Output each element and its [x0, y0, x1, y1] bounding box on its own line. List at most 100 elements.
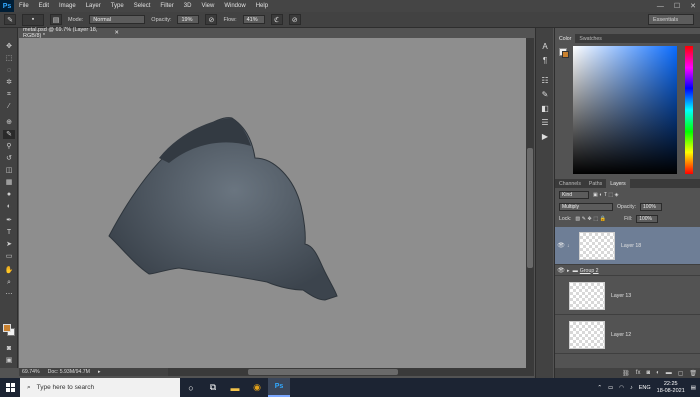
fill-field[interactable]: 100% — [636, 215, 659, 223]
brush-preset-picker[interactable]: ▪ — [22, 13, 44, 26]
taskbar-search-box[interactable]: ⌕ Type here to search — [20, 378, 180, 397]
horizontal-scroll-thumb[interactable] — [248, 369, 398, 375]
more-tools-icon[interactable]: ⋯ — [3, 290, 15, 299]
task-view-icon[interactable]: ⧉ — [202, 378, 224, 397]
actions-panel-icon[interactable]: ▶ — [539, 132, 551, 142]
dodge-tool-icon[interactable]: ◐ — [3, 202, 15, 211]
menu-image[interactable]: Image — [54, 3, 81, 9]
color-picker-field[interactable] — [573, 46, 677, 174]
menu-layer[interactable]: Layer — [81, 3, 106, 9]
path-selection-tool-icon[interactable]: ➤ — [3, 240, 15, 249]
history-brush-tool-icon[interactable]: ↺ — [3, 154, 15, 163]
brush-tool-icon-active[interactable]: ✎ — [3, 130, 15, 139]
layer-row-12[interactable]: Layer 12 — [555, 316, 700, 354]
volume-icon[interactable]: ♪ — [630, 385, 633, 391]
tray-up-arrow-icon[interactable]: ⌃ — [597, 385, 602, 391]
quick-mask-icon[interactable]: ◙ — [3, 344, 15, 353]
windows-start-button[interactable] — [0, 378, 20, 397]
clone-stamp-tool-icon[interactable]: ⚲ — [3, 142, 15, 151]
menu-file[interactable]: File — [14, 3, 34, 9]
photoshop-taskbar-icon[interactable]: Ps — [268, 378, 290, 397]
layer-name[interactable]: Layer 13 — [611, 293, 631, 299]
adjustments-panel-icon[interactable]: ◧ — [539, 104, 551, 114]
zoom-level[interactable]: 69.74% — [22, 369, 40, 375]
zoom-tool-icon[interactable]: ⌕ — [3, 278, 15, 287]
vertical-scroll-thumb[interactable] — [527, 148, 533, 268]
healing-brush-tool-icon[interactable]: ⊕ — [3, 118, 15, 127]
filter-icons[interactable]: ▣ ◐ T ⬚ ◈ — [593, 192, 619, 198]
crop-tool-icon[interactable]: ⌗ — [3, 90, 15, 99]
maximize-button[interactable]: ☐ — [674, 2, 680, 10]
adjustment-layer-icon[interactable]: ◐ — [656, 370, 660, 376]
workspace-switcher[interactable]: Essentials — [648, 14, 694, 25]
opacity-field[interactable]: 19% — [177, 15, 200, 24]
airbrush-icon[interactable]: ℭ — [270, 14, 283, 25]
hand-tool-icon[interactable]: ✋ — [3, 266, 15, 275]
tab-layers[interactable]: Layers — [606, 179, 630, 188]
menu-filter[interactable]: Filter — [155, 3, 178, 9]
type-tool-icon[interactable]: T — [3, 228, 15, 237]
move-tool-icon[interactable]: ✥ — [3, 42, 15, 51]
lasso-tool-icon[interactable]: ◌ — [3, 66, 15, 75]
delete-layer-icon[interactable]: 🗑 — [689, 370, 697, 377]
paragraph-panel-icon[interactable]: ¶ — [539, 56, 551, 66]
layer-row-13[interactable]: Layer 13 — [555, 277, 700, 315]
layer-name[interactable]: Layer 12 — [611, 332, 631, 338]
network-icon[interactable]: ◠ — [619, 385, 624, 391]
properties-panel-icon[interactable]: ☰ — [539, 118, 551, 128]
add-mask-icon[interactable]: ◙ — [646, 370, 650, 376]
layer-name[interactable]: Layer 18 — [621, 243, 641, 249]
language-indicator[interactable]: ENG — [639, 385, 651, 391]
new-layer-icon[interactable]: ▢ — [678, 370, 684, 377]
brush-tool-icon[interactable]: ✎ — [4, 14, 16, 25]
pressure-size-icon[interactable]: ⊘ — [288, 14, 301, 25]
minimize-button[interactable]: — — [657, 3, 664, 10]
character-panel-icon[interactable]: A — [539, 42, 551, 52]
rectangle-tool-icon[interactable]: ▭ — [3, 252, 15, 261]
visibility-eye-icon[interactable]: 👁 — [555, 267, 567, 274]
menu-help[interactable]: Help — [251, 3, 273, 9]
pressure-opacity-icon[interactable]: ⊘ — [205, 14, 218, 25]
mode-select[interactable]: Normal — [89, 15, 146, 24]
vertical-scrollbar[interactable] — [526, 38, 534, 368]
pen-tool-icon[interactable]: ✒ — [3, 216, 15, 225]
horizontal-scrollbar[interactable] — [168, 368, 534, 376]
layer-style-icon[interactable]: fx — [636, 370, 641, 376]
new-group-icon[interactable]: ▬ — [666, 370, 672, 376]
close-button[interactable]: ✕ — [690, 2, 696, 10]
menu-3d[interactable]: 3D — [179, 3, 197, 9]
expand-arrow-icon[interactable]: ▸ — [567, 268, 570, 274]
eraser-tool-icon[interactable]: ◫ — [3, 166, 15, 175]
close-doc-icon[interactable]: ✕ — [114, 30, 119, 36]
gradient-tool-icon[interactable]: ▦ — [3, 178, 15, 187]
notifications-icon[interactable]: ▤ — [691, 385, 696, 391]
cortana-icon[interactable]: ○ — [180, 378, 202, 397]
battery-icon[interactable]: ▭ — [608, 385, 613, 391]
group-name[interactable]: Group 2 — [580, 268, 599, 274]
menu-select[interactable]: Select — [129, 3, 156, 9]
lock-icons[interactable]: ▨ ✎ ✥ ⬚ 🔒 — [575, 216, 606, 222]
menu-edit[interactable]: Edit — [34, 3, 54, 9]
magic-wand-tool-icon[interactable]: ✲ — [3, 78, 15, 87]
brush-panel-toggle-icon[interactable]: ▤ — [50, 14, 62, 25]
layer-group-row[interactable]: 👁 ▸ ▬ Group 2 — [555, 266, 700, 276]
visibility-eye-icon[interactable]: 👁 — [555, 242, 567, 249]
brush-panel-icon[interactable]: ✎ — [539, 90, 551, 100]
tab-paths[interactable]: Paths — [585, 179, 606, 188]
tab-color[interactable]: Color — [555, 34, 576, 43]
blur-tool-icon[interactable]: ● — [3, 190, 15, 199]
history-panel-icon[interactable]: ☷ — [539, 76, 551, 86]
file-explorer-icon[interactable]: ▬ — [224, 378, 246, 397]
color-panel-background[interactable] — [562, 51, 569, 58]
menu-view[interactable]: View — [196, 3, 219, 9]
tab-swatches[interactable]: Swatches — [575, 34, 606, 43]
hue-slider[interactable] — [685, 46, 693, 174]
screen-mode-icon[interactable]: ▣ — [3, 356, 15, 365]
marquee-tool-icon[interactable]: ⬚ — [3, 54, 15, 63]
canvas[interactable] — [19, 38, 526, 368]
clock[interactable]: 22:25 18-08-2021 — [657, 381, 685, 395]
tab-channels[interactable]: Channels — [555, 179, 585, 188]
layer-row-18[interactable]: 👁 ↓ Layer 18 — [555, 227, 700, 265]
foreground-color-swatch[interactable] — [3, 324, 11, 332]
blend-mode-select[interactable]: Multiply — [559, 203, 613, 211]
